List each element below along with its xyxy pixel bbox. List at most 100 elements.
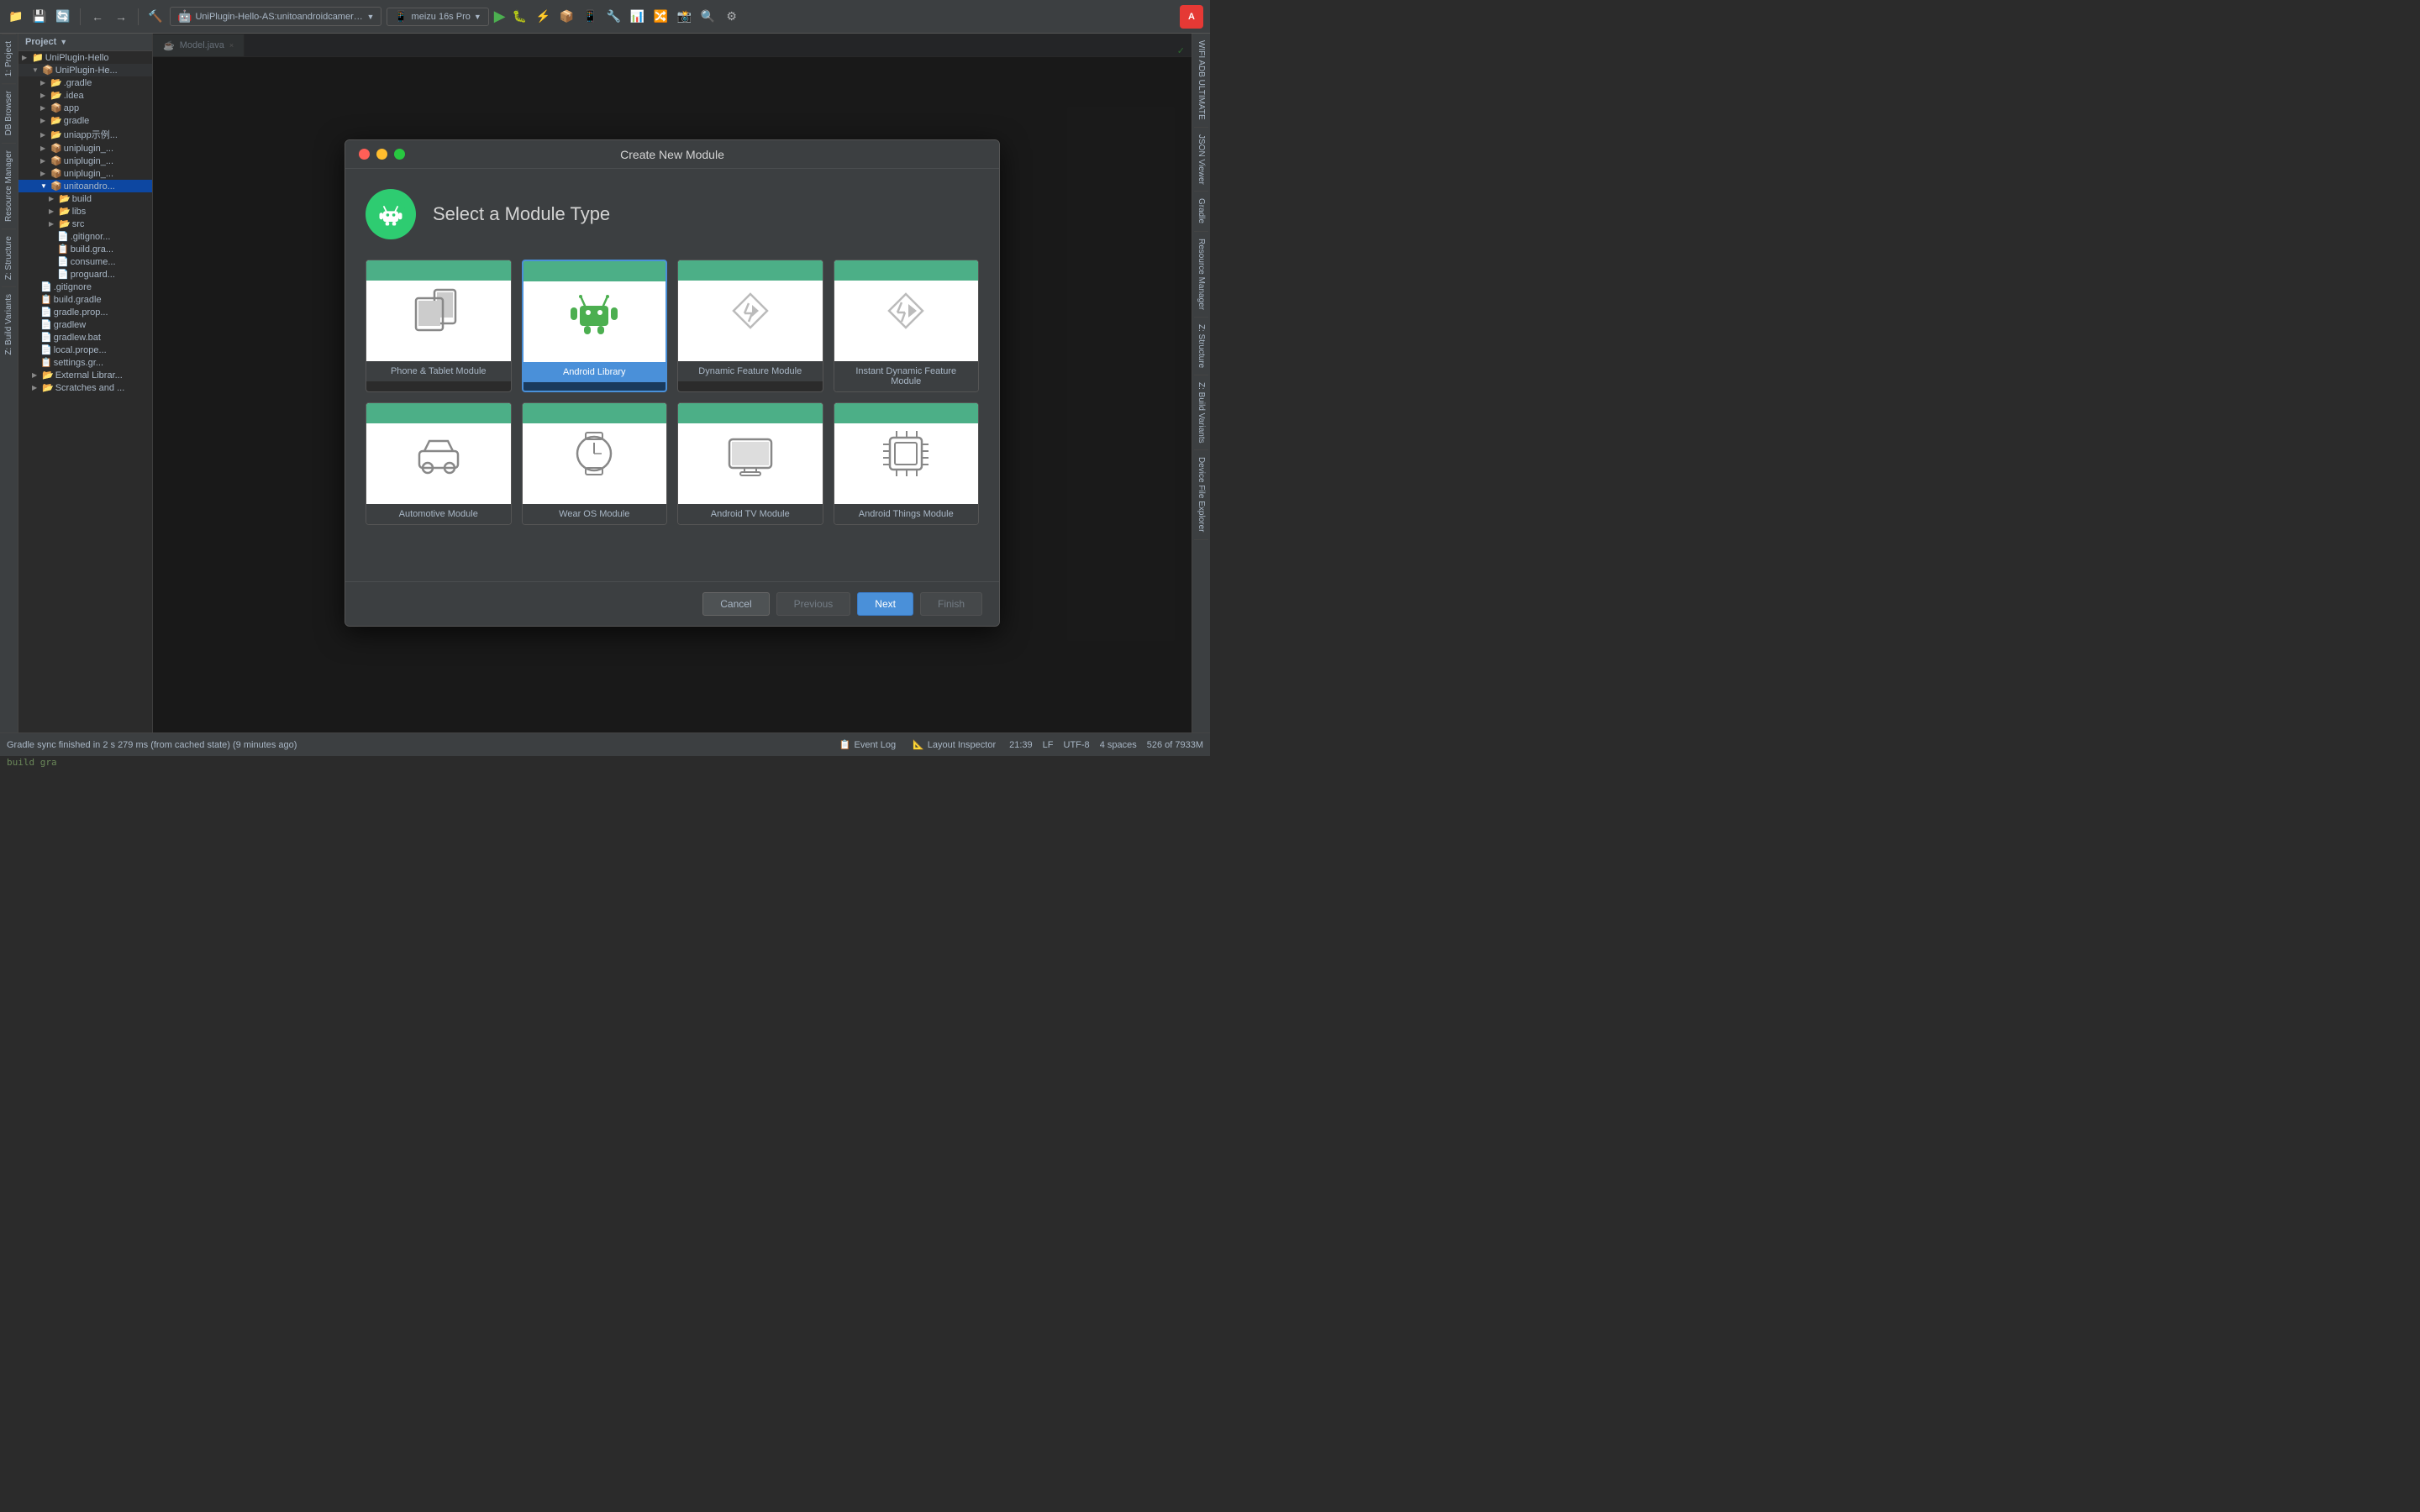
module-card-label-automotive: Automotive Module bbox=[366, 504, 511, 524]
avd-icon[interactable]: 📱 bbox=[581, 8, 600, 26]
tree-item-uniplugin2[interactable]: ▶ 📦 uniplugin_... bbox=[18, 155, 152, 167]
separator-2 bbox=[138, 8, 139, 25]
right-tab-json-viewer[interactable]: JSON Viewer bbox=[1194, 128, 1208, 192]
refactor-icon[interactable]: 🔀 bbox=[652, 8, 671, 26]
device-dropdown[interactable]: 📱 meizu 16s Pro ▼ bbox=[387, 8, 488, 26]
tree-item-external-libs[interactable]: ▶ 📂 External Librar... bbox=[18, 369, 152, 381]
module-card-instant-dynamic-feature[interactable]: Instant Dynamic Feature Module bbox=[834, 260, 980, 392]
tree-item-gitignore-root[interactable]: 📄 .gitignore bbox=[18, 281, 152, 293]
build-icon[interactable]: 🔨 bbox=[146, 8, 165, 26]
module-type-grid: Phone & Tablet Module bbox=[366, 260, 979, 525]
side-tab-resource-manager[interactable]: Resource Manager bbox=[2, 143, 16, 228]
tree-item-local-props[interactable]: 📄 local.prope... bbox=[18, 344, 152, 356]
tree-item-consume[interactable]: 📄 consume... bbox=[18, 255, 152, 268]
tree-item-gradle[interactable]: ▶ 📂 .gradle bbox=[18, 76, 152, 89]
module-card-things[interactable]: Android Things Module bbox=[834, 402, 980, 525]
tree-item-gradle-folder[interactable]: ▶ 📂 gradle bbox=[18, 114, 152, 127]
status-left: Gradle sync finished in 2 s 279 ms (from… bbox=[7, 740, 829, 750]
right-tab-device-file-explorer[interactable]: Device File Explorer bbox=[1194, 450, 1208, 539]
run-config-dropdown[interactable]: 🤖 UniPlugin-Hello-AS:unitoandroidcamera … bbox=[170, 7, 381, 26]
run-button[interactable]: ▶ bbox=[494, 8, 506, 25]
module-card-tv[interactable]: Android TV Module bbox=[677, 402, 823, 525]
module-type-icon bbox=[366, 189, 416, 239]
side-tab-structure[interactable]: Z: Structure bbox=[2, 228, 16, 286]
file-icon-gradlew: 📄 bbox=[40, 319, 52, 330]
profile-icon[interactable]: ⚡ bbox=[534, 8, 553, 26]
window-close-button[interactable] bbox=[359, 149, 370, 160]
debug-icon[interactable]: 🐛 bbox=[511, 8, 529, 26]
right-tab-wifi-adb[interactable]: WIFI ADB ULTIMATE bbox=[1194, 34, 1208, 128]
tree-item-app[interactable]: ▶ 📦 app bbox=[18, 102, 152, 114]
tree-item-root[interactable]: ▶ 📁 UniPlugin-Hello bbox=[18, 51, 152, 64]
sdk-icon[interactable]: 🔧 bbox=[605, 8, 623, 26]
tree-item-scratches[interactable]: ▶ 📂 Scratches and ... bbox=[18, 381, 152, 394]
dialog-heading: Select a Module Type bbox=[433, 203, 610, 225]
side-tab-db-browser[interactable]: DB Browser bbox=[2, 83, 16, 142]
tree-item-build-gradle-local[interactable]: 📋 build.gra... bbox=[18, 243, 152, 255]
build-output: build gra bbox=[0, 753, 1210, 771]
capture-icon[interactable]: 📸 bbox=[676, 8, 694, 26]
right-tab-gradle[interactable]: Gradle bbox=[1194, 192, 1208, 231]
gradle-icon: 📋 bbox=[57, 244, 69, 255]
tree-item-gradlew-bat[interactable]: 📄 gradlew.bat bbox=[18, 331, 152, 344]
tree-item-gitignore-local[interactable]: 📄 .gitignor... bbox=[18, 230, 152, 243]
tree-label-settings-gradle: settings.gr... bbox=[54, 358, 103, 368]
back-icon[interactable]: ← bbox=[88, 8, 107, 26]
save-icon[interactable]: 💾 bbox=[30, 8, 49, 26]
tree-label-gradle: .gradle bbox=[64, 78, 92, 88]
tree-item-uniplugin1[interactable]: ▶ 📦 uniplugin_... bbox=[18, 142, 152, 155]
tree-label-gradle-props: gradle.prop... bbox=[54, 307, 108, 318]
module-card-label-dynamic-feature: Dynamic Feature Module bbox=[678, 361, 823, 381]
module-card-label-android-library: Android Library bbox=[523, 362, 666, 382]
project-structure-icon[interactable]: 📊 bbox=[629, 8, 647, 26]
tree-item-proguard[interactable]: 📄 proguard... bbox=[18, 268, 152, 281]
tree-item-build-gradle-root[interactable]: 📋 build.gradle bbox=[18, 293, 152, 306]
next-button[interactable]: Next bbox=[857, 592, 913, 616]
status-time: 21:39 bbox=[1009, 740, 1033, 750]
tree-item-build[interactable]: ▶ 📂 build bbox=[18, 192, 152, 205]
cancel-button[interactable]: Cancel bbox=[702, 592, 769, 616]
side-tab-project[interactable]: 1: Project bbox=[2, 34, 16, 83]
dialog-title: Create New Module bbox=[620, 148, 724, 161]
module-card-automotive[interactable]: Automotive Module bbox=[366, 402, 512, 525]
right-tab-build-variants[interactable]: Z: Build Variants bbox=[1194, 375, 1208, 451]
tree-item-idea[interactable]: ▶ 📂 .idea bbox=[18, 89, 152, 102]
open-file-icon[interactable]: 📁 bbox=[7, 8, 25, 26]
tree-item-uniplugin3[interactable]: ▶ 📦 uniplugin_... bbox=[18, 167, 152, 180]
tree-item-uniapp[interactable]: ▶ 📂 uniapp示例... bbox=[18, 127, 152, 142]
gradle-icon-settings: 📋 bbox=[40, 357, 52, 368]
tree-item-unipluginhe[interactable]: ▼ 📦 UniPlugin-He... bbox=[18, 64, 152, 76]
module-card-dynamic-feature[interactable]: Dynamic Feature Module bbox=[677, 260, 823, 392]
finish-button[interactable]: Finish bbox=[920, 592, 982, 616]
tree-item-unitoandro[interactable]: ▼ 📦 unitoandro... bbox=[18, 180, 152, 192]
right-tab-structure[interactable]: Z: Structure bbox=[1194, 318, 1208, 375]
tree-item-libs[interactable]: ▶ 📂 libs bbox=[18, 205, 152, 218]
tree-root-label: UniPlugin-Hello bbox=[45, 53, 109, 63]
module-card-wear-os[interactable]: Wear OS Module bbox=[522, 402, 668, 525]
forward-icon[interactable]: → bbox=[112, 8, 130, 26]
module-card-android-library[interactable]: Android Library bbox=[522, 260, 668, 392]
status-layout-inspector[interactable]: 📐 Layout Inspector bbox=[909, 739, 999, 750]
tree-item-settings-gradle[interactable]: 📋 settings.gr... bbox=[18, 356, 152, 369]
window-maximize-button[interactable] bbox=[394, 149, 405, 160]
search-icon[interactable]: 🔍 bbox=[699, 8, 718, 26]
module-card-phone-tablet[interactable]: Phone & Tablet Module bbox=[366, 260, 512, 392]
dialog-overlay: Create New Module bbox=[153, 34, 1192, 732]
right-side-panel: WIFI ADB ULTIMATE JSON Viewer Gradle Res… bbox=[1192, 34, 1210, 732]
tree-label-gradle-folder: gradle bbox=[64, 116, 90, 126]
status-event-log[interactable]: 📋 Event Log bbox=[836, 739, 899, 750]
previous-button[interactable]: Previous bbox=[776, 592, 851, 616]
settings-icon[interactable]: ⚙ bbox=[723, 8, 741, 26]
file-icon-local-props: 📄 bbox=[40, 344, 52, 355]
tree-item-gradle-props[interactable]: 📄 gradle.prop... bbox=[18, 306, 152, 318]
right-tab-resource-manager[interactable]: Resource Manager bbox=[1194, 232, 1208, 318]
tree-item-gradlew[interactable]: 📄 gradlew bbox=[18, 318, 152, 331]
apk-icon[interactable]: 📦 bbox=[558, 8, 576, 26]
sync-icon[interactable]: 🔄 bbox=[54, 8, 72, 26]
tree-item-src[interactable]: ▶ 📂 src bbox=[18, 218, 152, 230]
module-card-top-dynamic-feature bbox=[678, 260, 823, 361]
window-minimize-button[interactable] bbox=[376, 149, 387, 160]
side-tab-build-variants[interactable]: Z: Build Variants bbox=[2, 286, 16, 362]
file-icon-gradle-props: 📄 bbox=[40, 307, 52, 318]
module-card-label-phone-tablet: Phone & Tablet Module bbox=[366, 361, 511, 381]
